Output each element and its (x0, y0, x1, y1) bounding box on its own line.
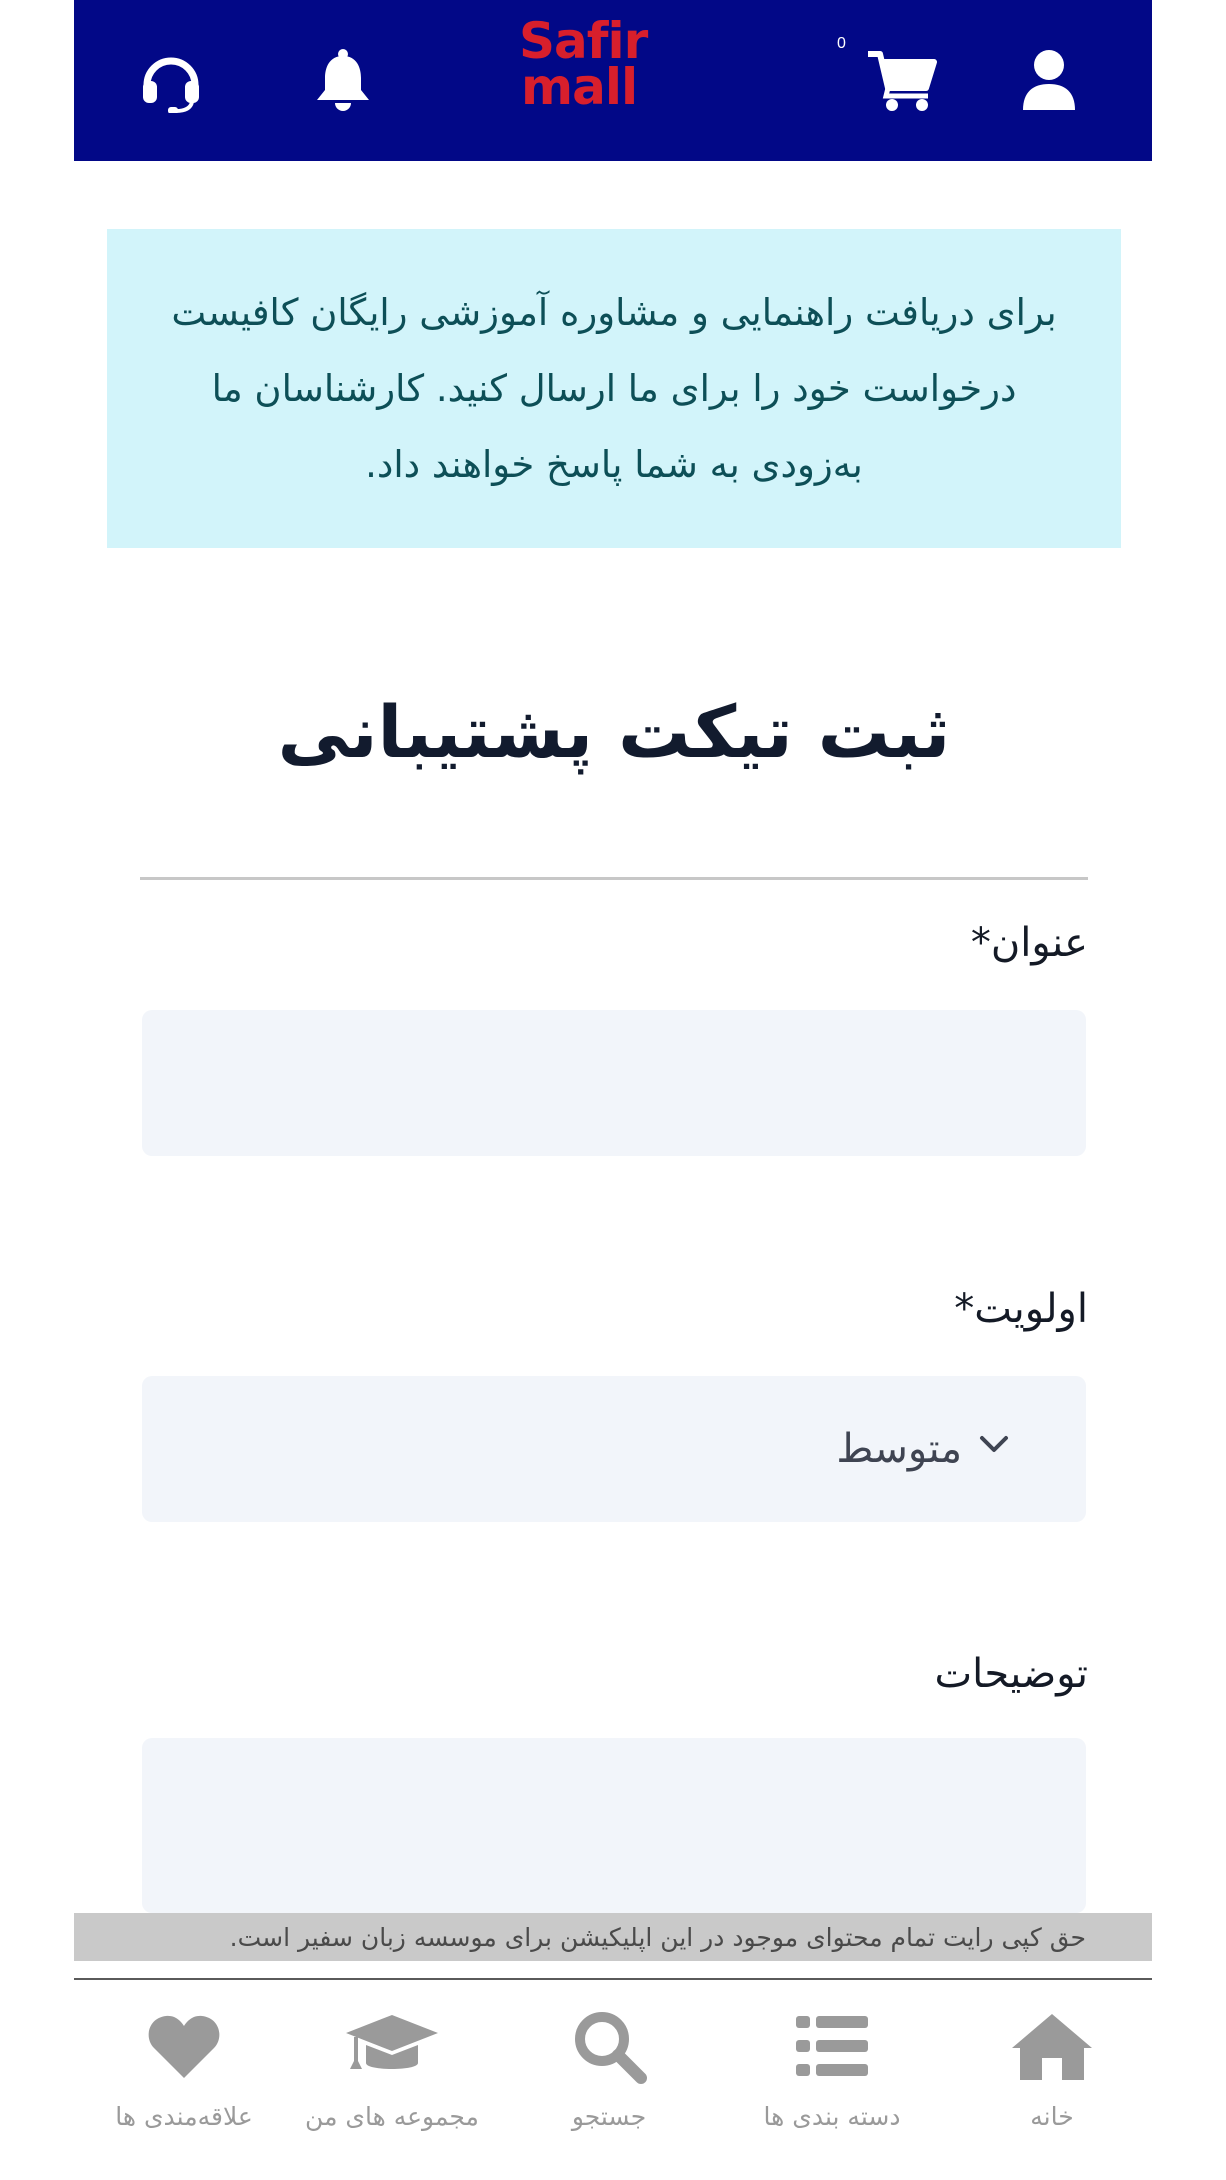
description-label: توضیحات (934, 1651, 1089, 1697)
nav-item-favorites[interactable]: علاقه‌مندی ها (104, 1980, 264, 2160)
home-icon (1010, 2004, 1094, 2088)
app-frame: Safir mall 0 برای دریافت راهنمایی و مشاو… (74, 0, 1152, 2180)
priority-select[interactable]: متوسط (142, 1376, 1086, 1522)
description-textarea[interactable] (142, 1738, 1086, 1913)
list-icon (794, 2004, 870, 2088)
profile-button[interactable] (999, 30, 1099, 130)
nav-item-search[interactable]: جستجو (544, 1980, 674, 2160)
heart-icon (146, 2004, 222, 2088)
nav-item-home[interactable]: خانه (992, 1980, 1112, 2160)
nav-item-my-collections[interactable]: مجموعه های من (297, 1980, 487, 2160)
cart-icon (866, 48, 938, 112)
search-icon (571, 2004, 647, 2088)
cart-button[interactable] (852, 30, 952, 130)
nav-label-favorites: علاقه‌مندی ها (115, 2102, 253, 2131)
headset-icon (138, 47, 204, 113)
top-header: Safir mall 0 (74, 0, 1152, 161)
priority-label: اولویت* (954, 1286, 1088, 1332)
chevron-down-icon (978, 1432, 1010, 1460)
nav-item-categories[interactable]: دسته بندی ها (742, 1980, 922, 2160)
priority-selected-value: متوسط (836, 1426, 962, 1472)
nav-label-search: جستجو (571, 2102, 647, 2131)
nav-label-home: خانه (1030, 2102, 1074, 2131)
user-icon (1019, 48, 1079, 112)
notifications-button[interactable] (293, 30, 393, 130)
support-button[interactable] (121, 30, 221, 130)
bell-icon (313, 48, 373, 112)
safir-mall-logo[interactable]: Safir mall (519, 16, 669, 123)
cart-count-badge: 0 (837, 35, 846, 52)
bottom-nav: علاقه‌مندی ها مجموعه های من جستجو (74, 1980, 1152, 2180)
info-banner-text: برای دریافت راهنمایی و مشاوره آموزشی رای… (171, 290, 1057, 486)
nav-label-my-collections: مجموعه های من (305, 2102, 479, 2131)
copyright-text: حق کپی رایت تمام محتوای موجود در این اپل… (229, 1922, 1086, 1952)
subject-label: عنوان* (970, 920, 1088, 966)
title-divider (140, 877, 1088, 880)
graduation-cap-icon (344, 2004, 440, 2088)
page-title: ثبت تیکت پشتیبانی (277, 690, 951, 774)
nav-label-categories: دسته بندی ها (763, 2102, 901, 2131)
copyright-bar: حق کپی رایت تمام محتوای موجود در این اپل… (74, 1913, 1152, 1961)
subject-input[interactable] (142, 1010, 1086, 1156)
info-banner: برای دریافت راهنمایی و مشاوره آموزشی رای… (107, 229, 1121, 548)
